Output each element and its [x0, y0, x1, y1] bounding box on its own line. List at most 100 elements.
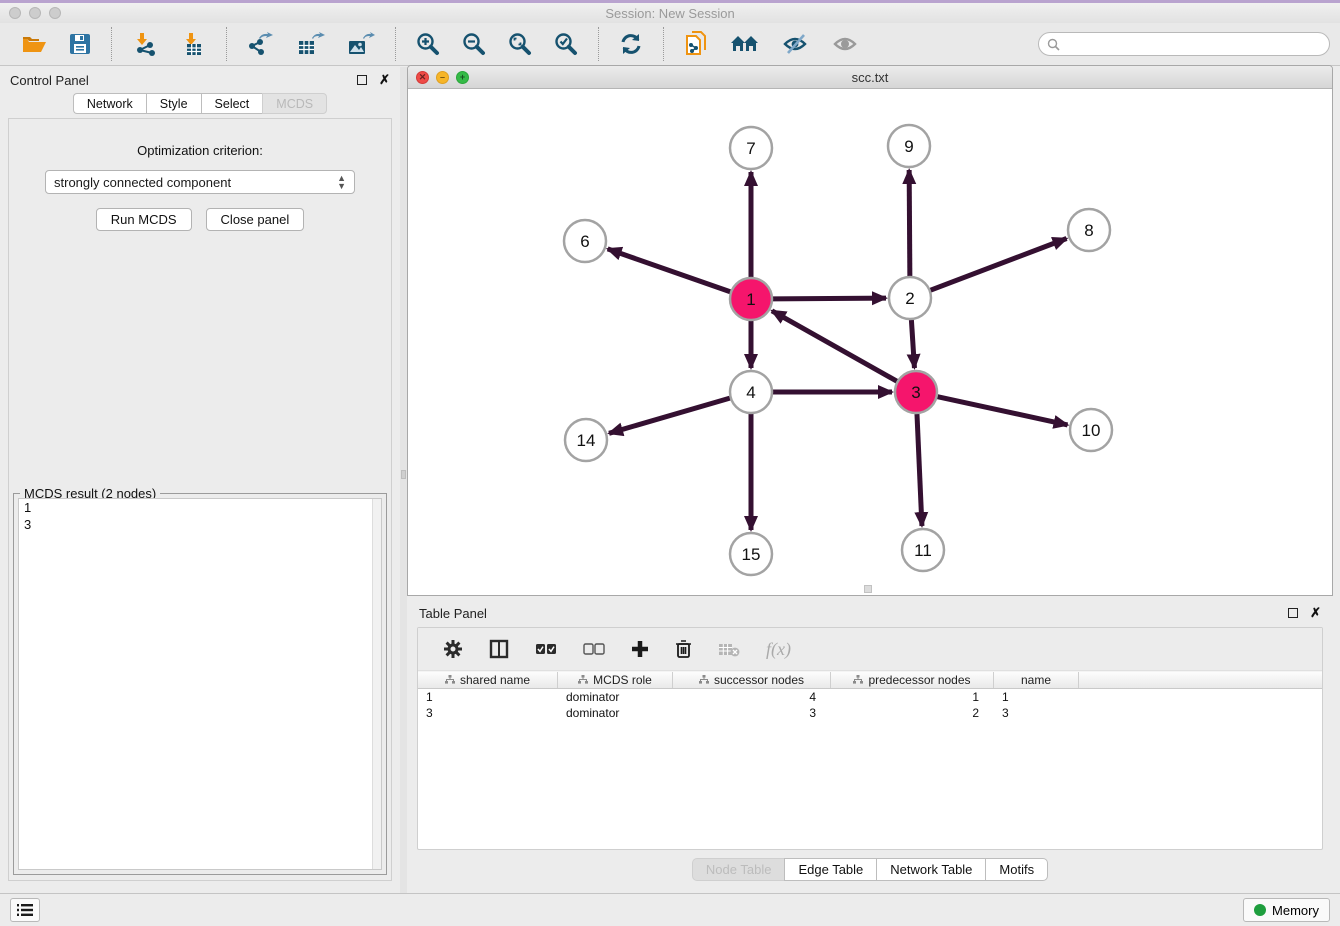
- cell-MCDS-role[interactable]: dominator: [558, 689, 673, 705]
- table-tab-edge-table[interactable]: Edge Table: [784, 858, 876, 881]
- cell-predecessor-nodes[interactable]: 1: [831, 689, 994, 705]
- network-window-title: scc.txt: [852, 70, 889, 85]
- cell-shared-name[interactable]: 1: [418, 689, 558, 705]
- mcds-result-list[interactable]: 13: [18, 498, 382, 870]
- run-mcds-button[interactable]: Run MCDS: [96, 208, 192, 231]
- result-item[interactable]: 3: [19, 516, 381, 533]
- column-header-MCDS-role[interactable]: MCDS role: [558, 672, 673, 688]
- deselect-all-rows-button[interactable]: [579, 641, 609, 657]
- node-table-container: f(x) shared nameMCDS rolesuccessor nodes…: [417, 627, 1323, 850]
- edge-1-2[interactable]: [773, 298, 886, 299]
- close-panel-icon[interactable]: ✗: [379, 75, 390, 85]
- network-minimize-icon[interactable]: –: [436, 71, 449, 84]
- open-session-button[interactable]: [17, 31, 51, 57]
- apply-function-button[interactable]: f(x): [762, 637, 795, 662]
- edge-2-3[interactable]: [911, 320, 914, 368]
- cell-MCDS-role[interactable]: dominator: [558, 705, 673, 721]
- export-table-icon: [297, 32, 325, 56]
- cell-successor-nodes[interactable]: 4: [673, 689, 831, 705]
- column-header-successor-nodes[interactable]: successor nodes: [673, 672, 831, 688]
- cell-name[interactable]: 3: [994, 705, 1079, 721]
- zoom-window-icon[interactable]: [49, 7, 61, 19]
- zoom-in-button[interactable]: [412, 30, 444, 58]
- network-close-icon[interactable]: ✕: [416, 71, 429, 84]
- zoom-fit-button[interactable]: [504, 30, 536, 58]
- close-panel-button[interactable]: Close panel: [206, 208, 305, 231]
- select-all-rows-button[interactable]: [531, 641, 561, 657]
- zoom-selected-button[interactable]: [550, 30, 582, 58]
- node-label-8: 8: [1084, 221, 1093, 240]
- import-table-button[interactable]: [176, 30, 210, 58]
- control-tab-style[interactable]: Style: [146, 93, 201, 114]
- criterion-select[interactable]: strongly connected component ▲▼: [45, 170, 355, 194]
- edge-1-6[interactable]: [608, 249, 731, 292]
- table-row[interactable]: 1dominator411: [418, 689, 1322, 705]
- cell-successor-nodes[interactable]: 3: [673, 705, 831, 721]
- cell-predecessor-nodes[interactable]: 2: [831, 705, 994, 721]
- refresh-button[interactable]: [615, 30, 647, 58]
- network-graph[interactable]: 7968124314101511: [408, 90, 1332, 595]
- edge-4-14[interactable]: [609, 398, 730, 433]
- gear-icon: [443, 639, 463, 659]
- open-folder-icon: [21, 33, 47, 55]
- cell-name[interactable]: 1: [994, 689, 1079, 705]
- result-scrollbar[interactable]: [372, 499, 381, 869]
- toolbar-separator: [111, 27, 112, 61]
- show-all-button[interactable]: [828, 31, 864, 57]
- task-history-button[interactable]: [10, 898, 40, 922]
- table-tab-motifs[interactable]: Motifs: [985, 858, 1048, 881]
- panel-splitter[interactable]: [400, 67, 407, 893]
- splitter-handle[interactable]: [401, 470, 406, 479]
- cell-shared-name[interactable]: 3: [418, 705, 558, 721]
- zoom-out-button[interactable]: [458, 30, 490, 58]
- edge-3-1[interactable]: [772, 311, 897, 381]
- first-neighbors-button[interactable]: [726, 31, 764, 57]
- network-zoom-icon[interactable]: +: [456, 71, 469, 84]
- network-canvas[interactable]: 7968124314101511: [408, 90, 1332, 595]
- control-tab-mcds[interactable]: MCDS: [262, 93, 327, 114]
- close-window-icon[interactable]: [9, 7, 21, 19]
- select-chevrons-icon: ▲▼: [337, 174, 346, 190]
- column-header-shared-name[interactable]: shared name: [418, 672, 558, 688]
- edge-2-9[interactable]: [909, 170, 910, 276]
- table-row[interactable]: 3dominator323: [418, 705, 1322, 721]
- minimize-window-icon[interactable]: [29, 7, 41, 19]
- network-traffic-lights[interactable]: ✕ – +: [416, 71, 469, 84]
- column-header-name[interactable]: name: [994, 672, 1079, 688]
- network-window-titlebar[interactable]: ✕ – + scc.txt: [408, 66, 1332, 89]
- table-settings-button[interactable]: [439, 637, 467, 661]
- trash-icon: [675, 639, 692, 659]
- node-label-4: 4: [746, 383, 755, 402]
- search-box[interactable]: [1038, 32, 1330, 56]
- memory-button[interactable]: Memory: [1243, 898, 1330, 922]
- table-tab-network-table[interactable]: Network Table: [876, 858, 985, 881]
- table-float-icon[interactable]: [1288, 608, 1298, 618]
- main-toolbar: [0, 23, 1340, 66]
- window-traffic-lights[interactable]: [9, 7, 61, 19]
- hide-selected-button[interactable]: [778, 31, 814, 57]
- save-session-button[interactable]: [65, 31, 95, 57]
- column-header-predecessor-nodes[interactable]: predecessor nodes: [831, 672, 994, 688]
- control-tab-select[interactable]: Select: [201, 93, 263, 114]
- search-input[interactable]: [1060, 37, 1321, 51]
- edge-3-10[interactable]: [937, 397, 1067, 425]
- add-column-button[interactable]: [627, 638, 653, 660]
- float-panel-icon[interactable]: [357, 75, 367, 85]
- show-columns-button[interactable]: [485, 637, 513, 661]
- window-title: Session: New Session: [605, 6, 734, 21]
- import-network-button[interactable]: [128, 30, 162, 58]
- table-tab-node-table[interactable]: Node Table: [692, 858, 785, 881]
- control-tab-network[interactable]: Network: [73, 93, 146, 114]
- canvas-resize-handle[interactable]: [864, 585, 872, 593]
- export-table-button[interactable]: [293, 30, 329, 58]
- edge-3-11[interactable]: [917, 414, 922, 526]
- delete-table-button[interactable]: [714, 640, 744, 659]
- result-item[interactable]: 1: [19, 499, 381, 516]
- delete-column-button[interactable]: [671, 637, 696, 661]
- export-network-button[interactable]: [243, 30, 279, 58]
- memory-status-icon: [1254, 904, 1266, 916]
- table-close-icon[interactable]: ✗: [1310, 608, 1321, 618]
- duplicate-network-button[interactable]: [680, 29, 712, 59]
- edge-2-8[interactable]: [931, 239, 1067, 291]
- export-image-button[interactable]: [343, 30, 379, 58]
